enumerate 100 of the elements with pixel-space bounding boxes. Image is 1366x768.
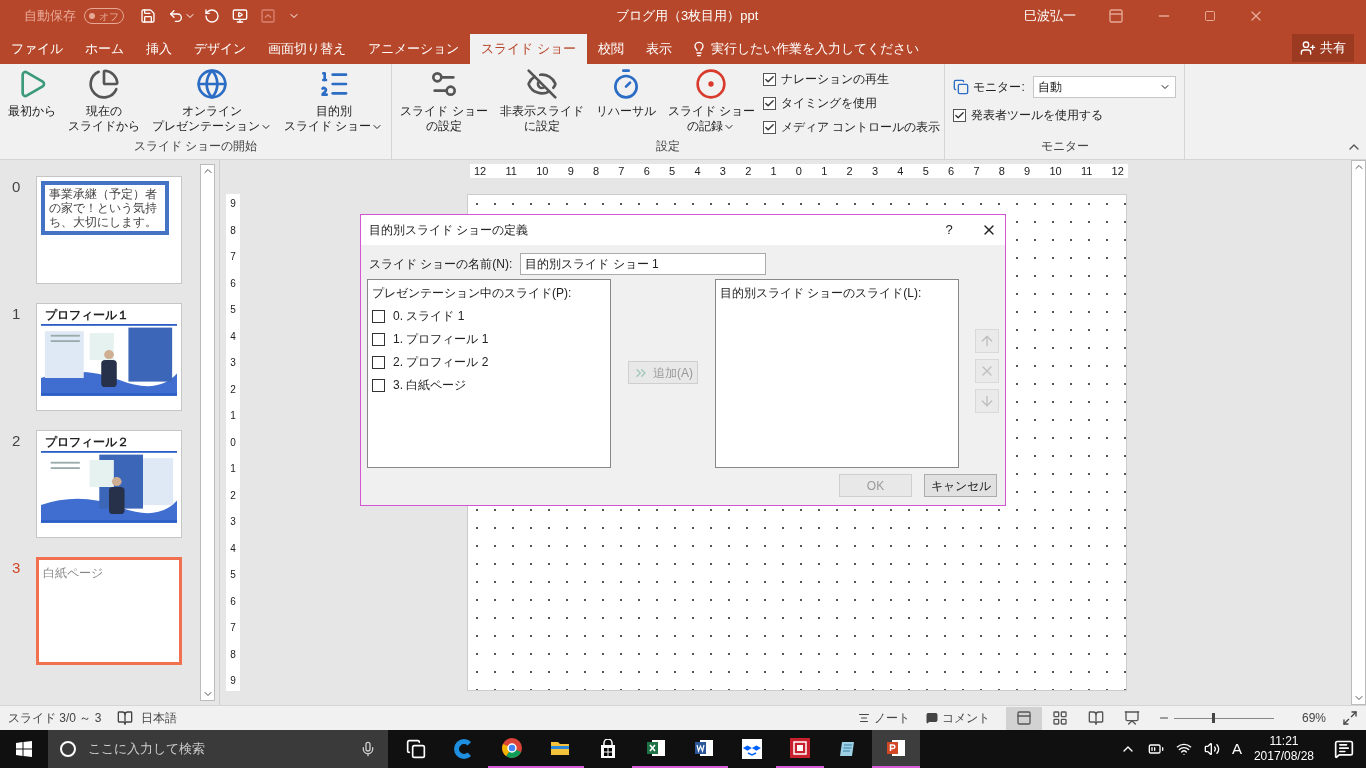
checkbox[interactable] (763, 96, 777, 110)
clock-time[interactable]: 11:21 (1269, 734, 1299, 749)
ribbon-button[interactable]: 現在の スライドから (64, 68, 144, 134)
slide-number: 3 (12, 558, 22, 578)
ribbon-button[interactable]: 非表示スライド に設定 (495, 68, 588, 134)
list-header: 目的別スライド ショーのスライド(L): (719, 286, 922, 300)
record-icon (695, 68, 728, 100)
notes-icon (857, 712, 870, 724)
zoom-thumb[interactable] (1211, 713, 1215, 723)
monitor-label: モニター: (973, 79, 1025, 96)
ribbon-tab[interactable]: スライド ショー (470, 34, 587, 64)
view-button[interactable] (1005, 706, 1042, 730)
notes-button[interactable]: ノート (873, 709, 910, 727)
task-view-icon (406, 739, 426, 759)
group-label: スライド ショーの開始 (133, 138, 259, 155)
proofing-icon[interactable] (117, 710, 134, 726)
battery-icon[interactable] (1147, 741, 1164, 757)
vertical-ruler: 9 8 7 6 5 4 3 2 1 0 1 2 3 4 5 6 7 8 9 (226, 194, 240, 691)
slide-number: 0 (12, 177, 22, 197)
group-label: 設定 (655, 138, 682, 155)
ribbon-button[interactable]: リハーサル (591, 68, 660, 119)
comments-button[interactable]: コメント (941, 709, 990, 727)
monitor-dropdown[interactable]: 自動 (1032, 76, 1177, 98)
clock-date[interactable]: 2017/08/28 (1253, 749, 1314, 764)
checkbox-label: ナレーションの再生 (781, 71, 890, 88)
volume-icon[interactable] (1203, 741, 1220, 757)
presentation-app-icon (886, 738, 906, 758)
move-up-icon (979, 333, 995, 349)
checkbox[interactable] (372, 355, 385, 369)
slide-text: 事業承継（予定）者の家で！という気持ち、大切にします。 (49, 187, 158, 229)
ribbon-tab[interactable]: デザイン (183, 34, 257, 64)
document-icon (694, 738, 714, 758)
save-icon[interactable] (140, 8, 156, 24)
ime-indicator[interactable]: A (1231, 737, 1242, 761)
slide-list-item[interactable]: 3. 白紙ページ (393, 376, 467, 394)
slide-number: 1 (12, 304, 22, 324)
slide-thumbnail[interactable]: プロフィール２ (36, 430, 182, 538)
name-field[interactable]: 目的別スライド ショー 1 (520, 253, 767, 275)
group-label: モニター (1039, 138, 1090, 155)
framed-square-icon (790, 738, 810, 758)
slideshow-icon (1123, 710, 1140, 726)
chrome-icon (502, 738, 522, 758)
undo-icon[interactable] (168, 8, 184, 24)
slide-thumbnail[interactable]: 事業承継（予定）者の家で！という気持ち、大切にします。 (36, 176, 182, 284)
share-button[interactable]: 共有 (1292, 34, 1354, 62)
user-name: 巳波弘一 (1024, 7, 1076, 26)
microphone-icon[interactable] (360, 741, 376, 757)
field-label: スライド ショーの名前(N): (369, 256, 513, 273)
checkbox[interactable] (372, 378, 385, 392)
checkbox-label: 発表者ツールを使用する (971, 107, 1104, 124)
checkbox[interactable] (372, 309, 385, 323)
slide-title: 白紙ページ (42, 565, 104, 582)
checkbox[interactable] (763, 72, 777, 86)
ribbon-tab[interactable]: アニメーション (357, 34, 470, 64)
windows-start-icon[interactable] (16, 741, 32, 757)
checkbox[interactable] (953, 108, 967, 122)
ribbon-button[interactable]: 目的別 スライド ショー (280, 68, 388, 134)
zoom-slider[interactable] (1173, 712, 1274, 724)
ribbon-button[interactable]: 最初から (4, 68, 60, 119)
window-title: ブログ用（3枚目用）ppt (616, 7, 760, 26)
move-down-icon (979, 393, 995, 409)
shape-icon (260, 8, 276, 24)
dialog-title: 目的別スライド ショーの定義 (369, 222, 530, 239)
cancel-button[interactable]: キャンセル (924, 474, 997, 497)
ribbon-tab[interactable]: 挿入 (135, 34, 183, 64)
slide-thumbnail[interactable]: 白紙ページ (36, 557, 182, 665)
ribbon-tab[interactable]: 表示 (634, 34, 683, 64)
checkbox-label: メディア コントロールの表示 (781, 119, 941, 136)
slide-title: プロフィール１ (44, 308, 130, 322)
list-box[interactable]: プレゼンテーション中のスライド(P): 0. スライド 1 1. プロフィール 1 2. プロフィール 2 3. 白紙ページ (367, 279, 612, 468)
ribbon-button[interactable]: スライド ショー の設定 (396, 68, 492, 134)
slide-thumbnail[interactable]: プロフィール１ (36, 303, 182, 411)
checkbox[interactable] (763, 120, 777, 134)
pie-chart-icon (88, 68, 120, 100)
spreadsheet-icon (646, 738, 666, 758)
ribbon-tab[interactable]: ホーム (74, 34, 135, 64)
tell-me-field[interactable]: 実行したい作業を入力してください (710, 39, 919, 59)
slide-list-item[interactable]: 1. プロフィール 1 (393, 330, 489, 348)
fit-slide-icon[interactable] (1342, 710, 1358, 726)
ribbon-button[interactable]: オンライン プレゼンテーション (148, 68, 276, 134)
help-button[interactable]: ? (937, 220, 961, 240)
slideshow-icon[interactable] (232, 8, 248, 24)
ribbon-button[interactable]: スライド ショー の記録 (663, 68, 760, 134)
language-label[interactable]: 日本語 (141, 709, 178, 727)
zoom-percent[interactable]: 69% (1301, 709, 1326, 727)
ribbon-tab[interactable]: 画面切り替え (257, 34, 357, 64)
search-field[interactable]: ここに入力して検索 (48, 730, 388, 768)
ribbon-tab[interactable]: ファイル (0, 34, 74, 64)
redo-icon[interactable] (204, 8, 220, 24)
ribbon-tab[interactable]: 校閲 (586, 34, 635, 64)
list-box[interactable]: 目的別スライド ショーのスライド(L): (714, 279, 959, 468)
notification-icon[interactable] (1334, 739, 1354, 759)
grid-view-icon (1051, 710, 1068, 726)
slide-number: 2 (12, 431, 22, 451)
wifi-icon[interactable] (1175, 741, 1192, 757)
slide-list-item[interactable]: 2. プロフィール 2 (393, 353, 489, 371)
taskbar-app[interactable] (872, 730, 920, 768)
slide-list-item[interactable]: 0. スライド 1 (393, 307, 465, 325)
checkbox[interactable] (372, 332, 385, 346)
maximize-icon[interactable] (1204, 10, 1216, 22)
